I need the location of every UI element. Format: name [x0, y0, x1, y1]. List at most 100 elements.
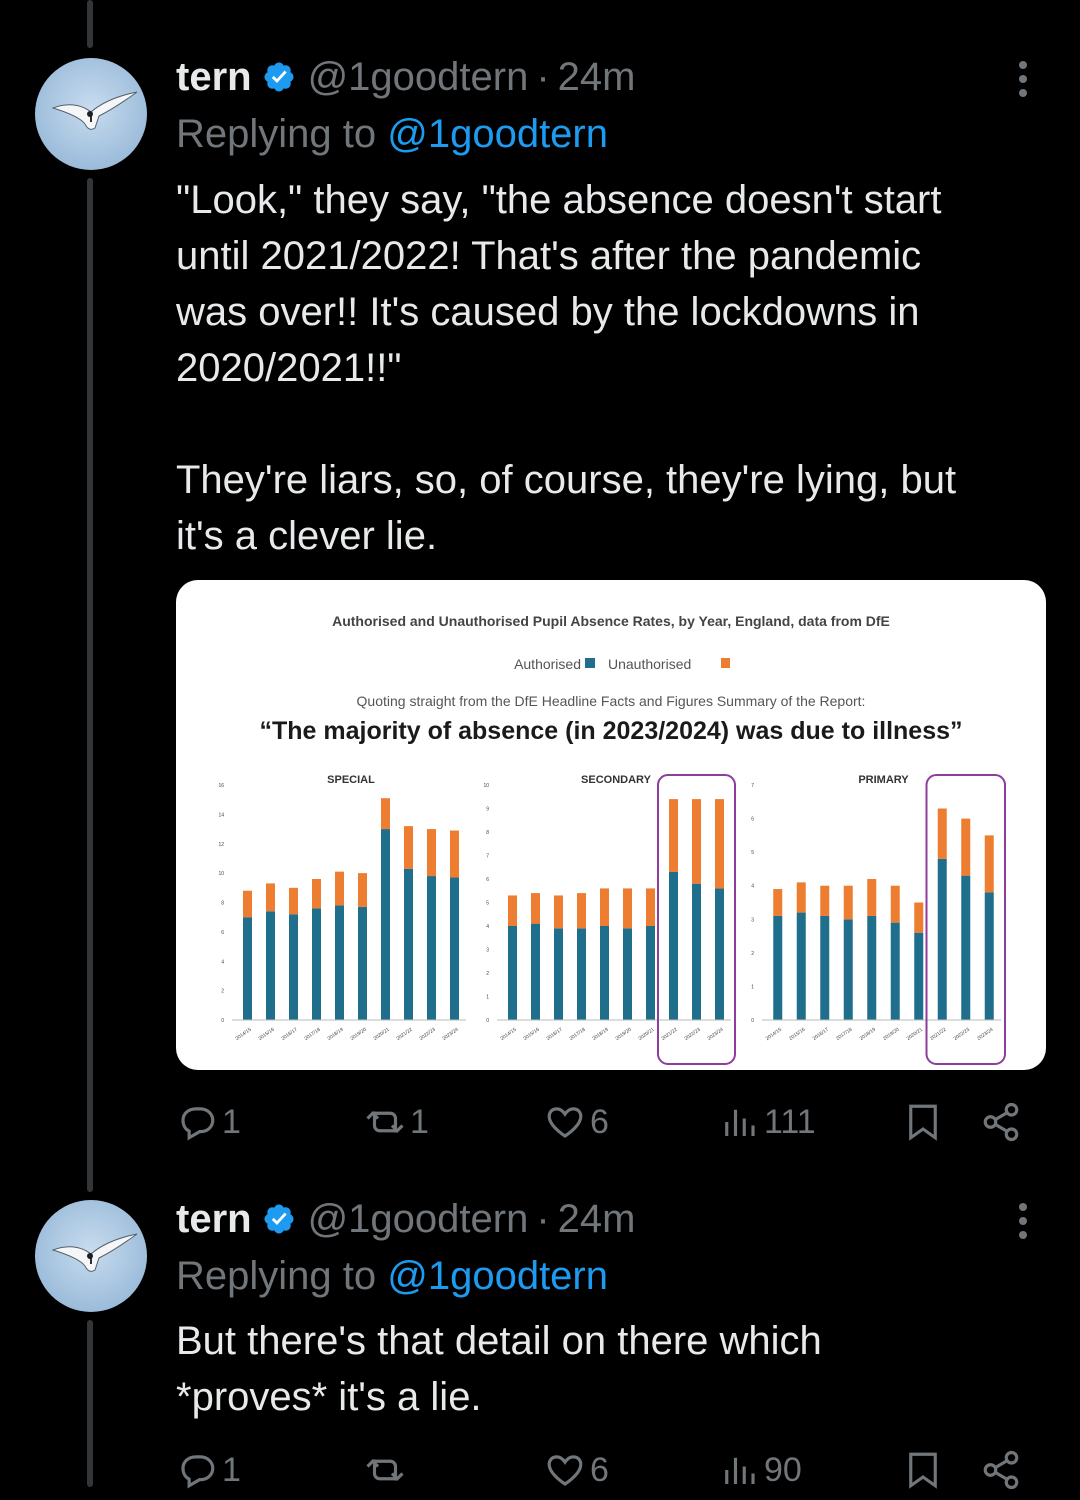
views-chart-icon: [725, 1109, 755, 1136]
x-tick-label-primary: 2014/15: [765, 1027, 783, 1042]
y-tick-label-secondary: 9: [486, 807, 489, 813]
retweet-button[interactable]: [364, 1440, 410, 1500]
bar-unauthorised-special: [312, 879, 321, 909]
heart-icon: [547, 1455, 583, 1486]
bar-unauthorised-special: [335, 871, 344, 906]
legend-label-unauthorised: Unauthorised: [608, 656, 691, 672]
bar-unauthorised-primary: [773, 889, 783, 916]
y-tick-label-secondary: 2: [486, 971, 489, 977]
y-tick-label-secondary: 8: [486, 830, 489, 836]
x-tick-label-primary: 2021/22: [929, 1027, 947, 1042]
like-count: 6: [590, 1450, 609, 1489]
legend-swatch-authorised: [585, 658, 595, 668]
bookmark-icon: [909, 1104, 937, 1141]
y-tick-label-special: 14: [218, 812, 224, 818]
bookmark-button[interactable]: [902, 1092, 948, 1152]
bar-unauthorised-primary: [984, 835, 994, 893]
replying-to-mention[interactable]: @1goodtern: [387, 112, 608, 156]
share-button[interactable]: [980, 1092, 1026, 1152]
like-button[interactable]: 6: [544, 1092, 609, 1152]
bar-authorised-special: [381, 829, 390, 1020]
retweet-count: 1: [410, 1102, 429, 1141]
x-tick-label-secondary: 2014/15: [499, 1027, 517, 1042]
y-tick-label-primary: 3: [751, 917, 754, 923]
bar-unauthorised-secondary: [508, 895, 517, 926]
replying-to-mention[interactable]: @1goodtern: [387, 1254, 608, 1298]
views-button[interactable]: 90: [718, 1440, 802, 1500]
verified-badge-icon[interactable]: [262, 60, 296, 94]
bar-authorised-secondary: [669, 871, 678, 1020]
y-tick-label-secondary: 0: [486, 1018, 489, 1024]
x-tick-label-secondary: 2016/17: [545, 1027, 563, 1042]
bar-unauthorised-primary: [914, 902, 924, 933]
y-tick-label-secondary: 5: [486, 901, 489, 907]
more-options-icon[interactable]: [1008, 1196, 1038, 1246]
y-tick-label-special: 16: [218, 783, 224, 789]
replying-to: Replying to @1goodtern: [176, 112, 608, 157]
share-button[interactable]: [980, 1440, 1026, 1500]
bar-authorised-special: [358, 906, 367, 1020]
more-options-icon[interactable]: [1008, 54, 1038, 104]
bar-unauthorised-special: [266, 883, 275, 912]
tweet-image[interactable]: Authorised and Unauthorised Pupil Absenc…: [176, 580, 1046, 1070]
tern-bird-icon: [51, 1233, 138, 1272]
x-tick-label-special: 2015/16: [257, 1027, 275, 1042]
y-tick-label-special: 0: [221, 1018, 224, 1024]
bar-unauthorised-primary: [961, 818, 971, 876]
bar-unauthorised-secondary: [692, 799, 701, 884]
x-tick-label-special: 2016/17: [280, 1027, 298, 1042]
tweet-header: tern @1goodtern · 24m: [176, 1194, 635, 1244]
bar-authorised-special: [427, 876, 436, 1020]
like-button[interactable]: 6: [544, 1440, 609, 1500]
bar-authorised-special: [243, 917, 252, 1020]
retweet-button[interactable]: 1: [364, 1092, 429, 1152]
x-tick-label-secondary: 2018/19: [591, 1027, 609, 1042]
bar-unauthorised-special: [427, 829, 436, 877]
bar-authorised-primary: [820, 915, 830, 1020]
bar-authorised-secondary: [554, 928, 563, 1020]
y-tick-label-primary: 4: [751, 884, 754, 890]
timestamp[interactable]: 24m: [558, 55, 636, 100]
x-tick-label-secondary: 2015/16: [522, 1027, 540, 1042]
bar-authorised-special: [266, 911, 275, 1020]
x-tick-label-primary: 2022/23: [953, 1027, 971, 1042]
x-tick-label-special: 2014/15: [234, 1027, 252, 1042]
display-name[interactable]: tern: [176, 55, 252, 100]
replying-to: Replying to @1goodtern: [176, 1254, 608, 1299]
bar-authorised-primary: [843, 919, 853, 1020]
bar-authorised-special: [450, 877, 459, 1020]
x-tick-label-primary: 2018/19: [859, 1027, 877, 1042]
reply-button[interactable]: 1: [176, 1092, 241, 1152]
separator-dot: ·: [536, 1196, 550, 1241]
x-tick-label-special: 2018/19: [326, 1027, 344, 1042]
bar-authorised-secondary: [646, 926, 655, 1020]
handle[interactable]: @1goodtern: [308, 55, 529, 100]
handle[interactable]: @1goodtern: [308, 1197, 529, 1242]
display-name[interactable]: tern: [176, 1197, 252, 1242]
bar-unauthorised-secondary: [715, 799, 724, 889]
y-tick-label-secondary: 7: [486, 854, 489, 860]
timestamp[interactable]: 24m: [558, 1197, 636, 1242]
x-tick-label-secondary: 2022/23: [683, 1027, 701, 1042]
avatar[interactable]: [35, 58, 147, 170]
reply-button[interactable]: 1: [176, 1440, 241, 1500]
y-tick-label-primary: 0: [751, 1018, 754, 1024]
bar-authorised-primary: [890, 922, 900, 1020]
x-tick-label-special: 2023/24: [441, 1027, 459, 1042]
reply-icon: [181, 1107, 215, 1141]
views-count: 90: [764, 1450, 802, 1489]
verified-badge-icon[interactable]: [262, 1202, 296, 1236]
views-button[interactable]: 111: [718, 1092, 816, 1152]
x-tick-label-secondary: 2021/22: [660, 1027, 678, 1042]
bar-unauthorised-secondary: [623, 888, 632, 929]
bar-unauthorised-secondary: [600, 888, 609, 926]
avatar[interactable]: [35, 1200, 147, 1312]
y-tick-label-secondary: 10: [483, 783, 489, 789]
bookmark-button[interactable]: [902, 1440, 948, 1500]
x-tick-label-secondary: 2020/21: [637, 1027, 655, 1042]
chart-panels: SPECIAL02468101214162014/15 2015/16 2016/1…: [218, 774, 1006, 1065]
bar-unauthorised-primary: [843, 885, 853, 920]
bar-authorised-secondary: [577, 928, 586, 1020]
bar-authorised-special: [335, 905, 344, 1020]
y-tick-label-special: 4: [221, 959, 224, 965]
